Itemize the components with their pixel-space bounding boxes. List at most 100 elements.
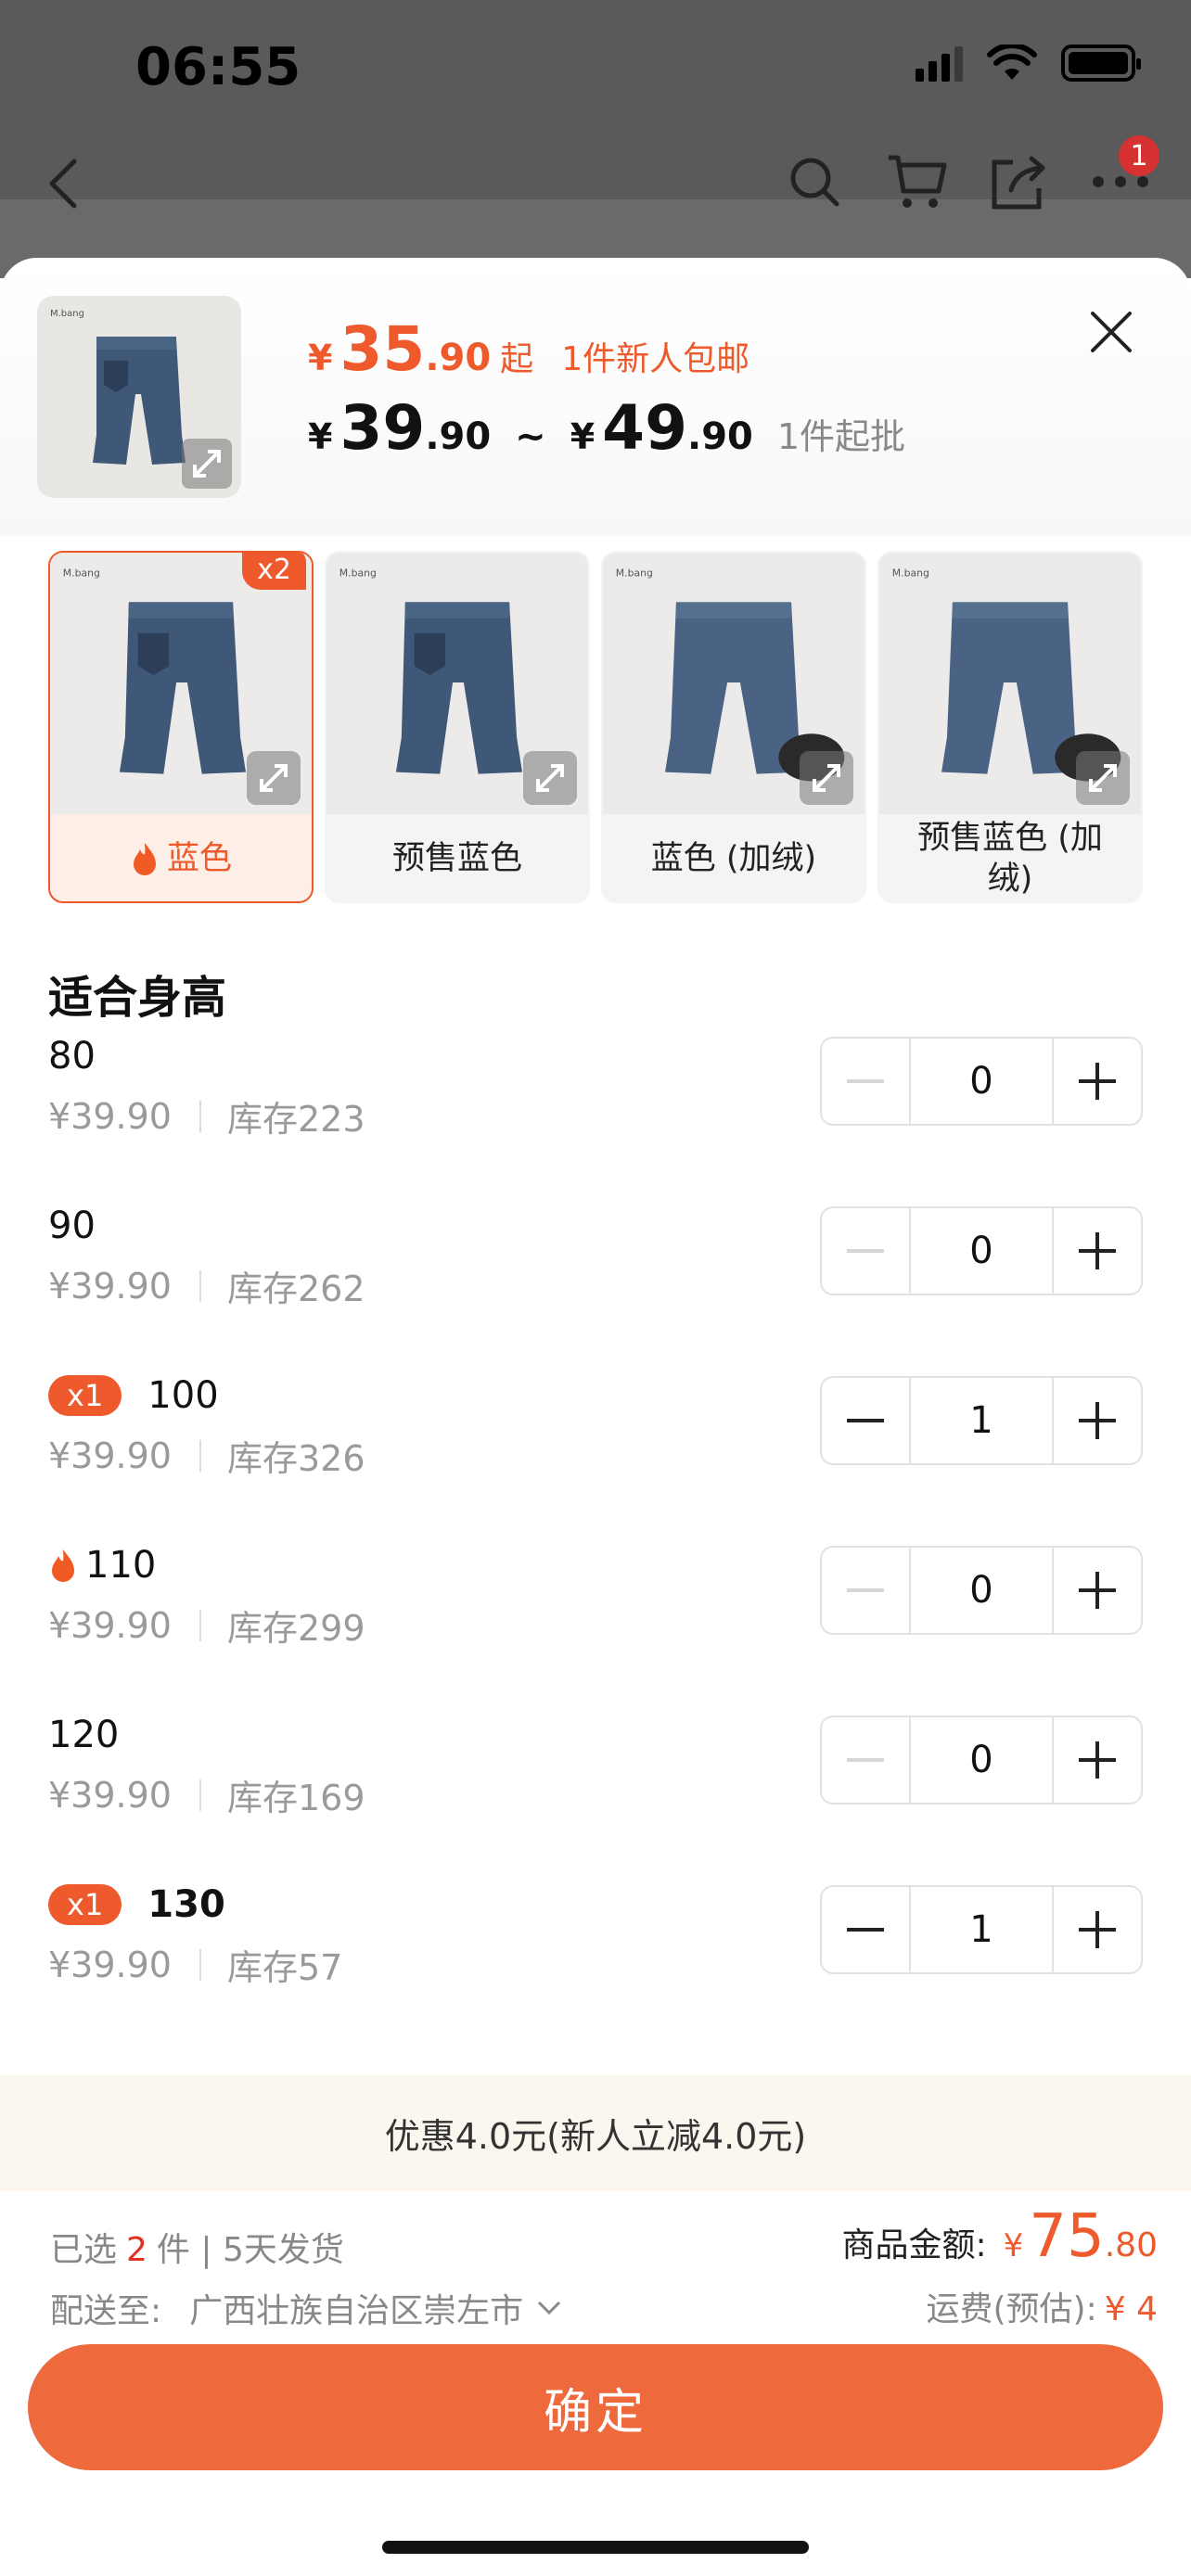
size-row: 90 ¥39.90 库存262 0 — [19, 1197, 1172, 1367]
currency-symbol: ¥ — [570, 416, 596, 457]
amount-label: 商品金额: — [841, 2226, 987, 2264]
goods-amount: 商品金额: ¥ 75 .80 — [842, 2202, 1158, 2271]
size-meta: ¥39.90 库存223 — [48, 1090, 365, 1141]
size-price: ¥39.90 — [48, 1604, 172, 1646]
size-meta: ¥39.90 库存169 — [48, 1769, 365, 1820]
size-label: 110 — [85, 1544, 157, 1587]
quantity-input[interactable]: 0 — [909, 1039, 1054, 1124]
screen: 06:55 1 M.bang ¥ 35 .90 起 1件新人包邮 ¥ 39 .9… — [0, 0, 1191, 2576]
expand-icon[interactable] — [800, 751, 853, 805]
min-order-text: 1件起批 — [776, 416, 906, 457]
size-value: x1 130 — [48, 1883, 225, 1926]
more-button[interactable]: 1 — [1087, 135, 1159, 215]
size-stock: 库存262 — [226, 1269, 365, 1309]
plus-icon — [1079, 1572, 1116, 1609]
close-icon[interactable] — [1083, 304, 1139, 360]
product-thumbnail[interactable]: M.bang — [37, 296, 241, 498]
color-name: 蓝色 (加绒) — [650, 840, 817, 877]
quantity-input[interactable]: 0 — [909, 1548, 1054, 1633]
search-button[interactable] — [781, 148, 848, 215]
back-arrow-icon[interactable] — [45, 158, 82, 210]
color-option[interactable]: M.bang 蓝色 (加绒) — [601, 551, 866, 903]
range-separator: ~ — [515, 415, 546, 458]
sizes-section-title: 适合身高 — [48, 972, 227, 1024]
svg-text:M.bang: M.bang — [616, 567, 653, 580]
increase-button[interactable] — [1054, 1208, 1141, 1294]
price-range: ¥ 39 .90 ~ ¥ 49 .90 1件起批 — [308, 392, 905, 464]
quantity-input[interactable]: 0 — [909, 1208, 1054, 1294]
color-options: x2 M.bang 蓝色 M.bang 预售蓝色 M.bang 蓝色 (加绒) … — [48, 551, 1143, 903]
expand-icon[interactable] — [1076, 751, 1130, 805]
size-meta: ¥39.90 库存326 — [48, 1430, 365, 1481]
freight-label: 运费(预估): — [926, 2290, 1097, 2328]
selected-count-badge: x2 — [242, 553, 306, 590]
quantity-stepper: 0 — [820, 1715, 1143, 1804]
svg-text:M.bang: M.bang — [63, 567, 100, 580]
size-price: ¥39.90 — [48, 1435, 172, 1476]
fire-icon — [133, 843, 156, 875]
color-option[interactable]: M.bang 预售蓝色 — [325, 551, 590, 903]
price-suffix: 起 — [500, 340, 534, 378]
decrease-button[interactable] — [822, 1887, 909, 1972]
confirm-button[interactable]: 确定 — [28, 2344, 1163, 2470]
ship-address: 广西壮族自治区崇左市 — [189, 2292, 524, 2330]
size-meta: ¥39.90 库存262 — [48, 1260, 365, 1311]
shipping-destination[interactable]: 配送至: 广西壮族自治区崇左市 — [50, 2284, 562, 2332]
color-option[interactable]: M.bang 预售蓝色 (加绒) — [877, 551, 1143, 903]
share-button[interactable] — [985, 148, 1052, 215]
sku-selector-sheet: M.bang ¥ 35 .90 起 1件新人包邮 ¥ 39 .90 ~ ¥ 49… — [0, 258, 1191, 2576]
size-value: 120 — [48, 1714, 120, 1756]
size-price: ¥39.90 — [48, 1944, 172, 1985]
quantity-input[interactable]: 0 — [909, 1717, 1054, 1803]
decrease-button[interactable] — [822, 1039, 909, 1124]
freight-value: ¥ 4 — [1104, 2290, 1158, 2328]
size-value: x1 100 — [48, 1374, 219, 1417]
top-nav-actions: 1 — [781, 135, 1159, 215]
currency-symbol: ¥ — [308, 338, 333, 378]
size-row: x1 130 ¥39.90 库存57 1 — [19, 1876, 1172, 2046]
svg-text:M.bang: M.bang — [50, 309, 84, 319]
increase-button[interactable] — [1054, 1548, 1141, 1633]
plus-icon — [1079, 1063, 1116, 1100]
selected-prefix: 已选 — [50, 2231, 118, 2269]
currency-symbol: ¥ — [1003, 2227, 1024, 2264]
color-name: 预售蓝色 (加绒) — [917, 820, 1103, 898]
size-value: 110 — [48, 1544, 156, 1587]
decrease-button[interactable] — [822, 1717, 909, 1803]
size-row: 80 ¥39.90 库存223 0 — [19, 1027, 1172, 1197]
expand-icon[interactable] — [247, 751, 301, 805]
selected-summary: 已选 2 件 | 5天发货 — [50, 2223, 344, 2271]
increase-button[interactable] — [1054, 1887, 1141, 1972]
minus-icon — [847, 1588, 884, 1592]
quantity-input[interactable]: 1 — [909, 1378, 1054, 1463]
minus-icon — [847, 1758, 884, 1762]
ship-label: 配送至: — [50, 2292, 162, 2330]
increase-button[interactable] — [1054, 1039, 1141, 1124]
size-row: 120 ¥39.90 库存169 0 — [19, 1706, 1172, 1876]
increase-button[interactable] — [1054, 1378, 1141, 1463]
decrease-button[interactable] — [822, 1208, 909, 1294]
color-name: 蓝色 — [166, 840, 232, 877]
decrease-button[interactable] — [822, 1378, 909, 1463]
home-indicator — [382, 2541, 809, 2554]
size-stock: 库存223 — [226, 1099, 365, 1140]
chevron-down-icon — [538, 2301, 561, 2315]
size-meta: ¥39.90 库存299 — [48, 1600, 365, 1651]
max-price-decimal: .90 — [687, 415, 753, 458]
expand-icon — [182, 439, 232, 489]
minus-icon — [847, 1249, 884, 1253]
color-option[interactable]: x2 M.bang 蓝色 — [48, 551, 314, 903]
size-stock: 库存299 — [226, 1608, 365, 1649]
color-name: 预售蓝色 — [391, 840, 522, 877]
svg-text:M.bang: M.bang — [339, 567, 377, 580]
decrease-button[interactable] — [822, 1548, 909, 1633]
notification-badge: 1 — [1119, 135, 1159, 176]
current-price: ¥ 35 .90 起 1件新人包邮 — [308, 313, 749, 385]
min-price-decimal: .90 — [425, 415, 492, 458]
cart-button[interactable] — [883, 148, 950, 215]
expand-icon[interactable] — [523, 751, 577, 805]
quantity-stepper: 0 — [820, 1037, 1143, 1126]
quantity-stepper: 0 — [820, 1206, 1143, 1295]
quantity-input[interactable]: 1 — [909, 1887, 1054, 1972]
increase-button[interactable] — [1054, 1717, 1141, 1803]
